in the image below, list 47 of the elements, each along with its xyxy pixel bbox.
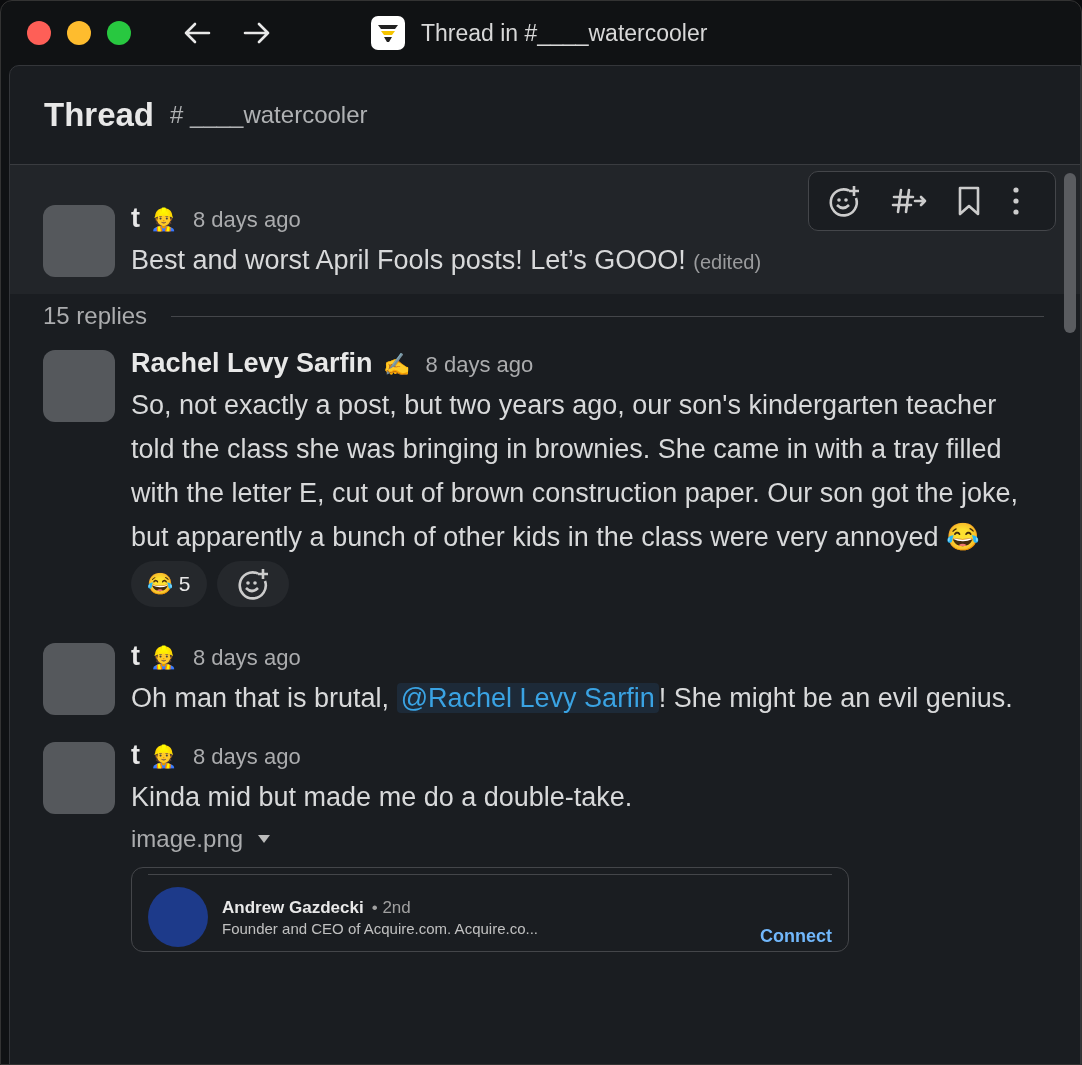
message-text: So, not exactly a post, but two years ago, our son's kindergarten teacher told the class she was bringing in brownies. She came in with a tray filled with the letter E, cut out of brown construction paper. Our son got the joke, but apparently a bunch of other kids in the class were very annoyed 😂 — [131, 389, 1019, 554]
add-reaction-button[interactable] — [216, 561, 289, 607]
profile-name: Andrew Gazdecki — [222, 897, 364, 918]
status-emoji: 👷 — [150, 744, 177, 770]
window-title: Thread in #____watercooler — [421, 19, 708, 47]
channel-name[interactable]: # ____watercooler — [170, 101, 368, 129]
message-time[interactable]: 8 days ago — [193, 645, 301, 671]
emoji-reaction[interactable]: 😂 5 — [131, 561, 207, 607]
status-emoji: ✍ — [382, 352, 410, 378]
connect-link: Connect — [760, 926, 832, 947]
forward-arrow-icon[interactable] — [243, 21, 271, 45]
close-window-button[interactable] — [27, 21, 51, 45]
author-name[interactable]: t — [131, 641, 140, 672]
message-text: Oh man that is brutal, @Rachel Levy Sarfin! She might be an evil genius. — [131, 682, 1014, 715]
hash-arrow-icon[interactable] — [891, 186, 927, 216]
scrollbar[interactable] — [1064, 173, 1076, 333]
status-emoji: 👷 — [150, 207, 177, 233]
zoom-window-button[interactable] — [107, 21, 131, 45]
connection-degree: • 2nd — [371, 897, 411, 918]
author-name[interactable]: t — [131, 203, 140, 234]
add-reaction-icon — [235, 567, 270, 601]
message-time[interactable]: 8 days ago — [193, 207, 301, 233]
avatar-photo-placeholder — [43, 350, 115, 422]
avatar-photo-placeholder — [43, 205, 115, 277]
bookmark-icon[interactable] — [957, 185, 981, 217]
user-mention-link[interactable]: @Rachel Levy Sarfin — [396, 683, 659, 713]
attachment-filename[interactable]: image.png — [131, 825, 244, 853]
thread-title: Thread — [44, 96, 155, 134]
status-emoji: 👷 — [150, 645, 177, 671]
profile-headline: Founder and CEO of Acquire.com. Acquire.co... — [222, 919, 539, 937]
author-name[interactable]: Rachel Levy Sarfin — [131, 348, 373, 379]
caret-icon[interactable] — [257, 834, 272, 844]
profile-photo-placeholder — [148, 887, 208, 947]
back-arrow-icon[interactable] — [183, 21, 211, 45]
more-options-icon[interactable] — [1011, 186, 1021, 216]
reply-count: 15 replies — [43, 302, 148, 330]
message-text: Kinda mid but made me do a double-take. — [131, 781, 634, 814]
avatar-photo-placeholder — [43, 643, 115, 715]
author-name[interactable]: t — [131, 740, 140, 771]
message-text: Best and worst April Fools posts! Let’s GOOO! (edited) — [131, 244, 763, 277]
message-time[interactable]: 8 days ago — [193, 744, 301, 770]
add-reaction-icon[interactable] — [827, 184, 861, 218]
app-logo-icon — [371, 16, 405, 50]
avatar-photo-placeholder — [43, 742, 115, 814]
minimize-window-button[interactable] — [67, 21, 91, 45]
message-time[interactable]: 8 days ago — [425, 352, 534, 378]
image-preview-card[interactable]: Andrew Gazdecki • 2nd Founder and CEO of Acquire.com. Acquire.co... Connect — [131, 867, 849, 952]
